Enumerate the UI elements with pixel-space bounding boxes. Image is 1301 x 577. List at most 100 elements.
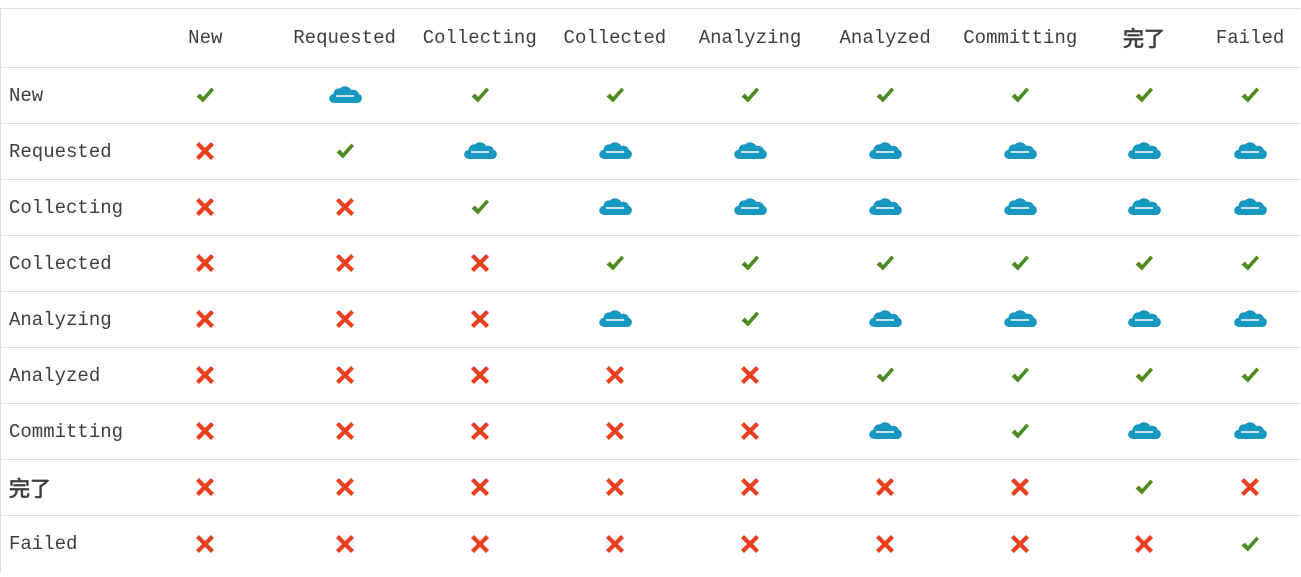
row-header: Analyzed	[9, 364, 101, 387]
matrix-cell	[412, 292, 547, 348]
row-header: Collecting	[9, 196, 124, 219]
column-header-analyzing: Analyzing	[698, 27, 802, 49]
matrix-cell	[412, 460, 547, 516]
matrix-cell	[277, 404, 412, 460]
matrix-cell	[547, 516, 682, 572]
matrix-cell	[682, 460, 817, 516]
salesforce-cloud-icon	[867, 140, 903, 162]
corner-cell	[1, 9, 134, 68]
checkmark-icon	[1010, 366, 1030, 384]
salesforce-cloud-icon	[1126, 140, 1162, 162]
salesforce-cloud-icon	[1232, 196, 1268, 218]
salesforce-cloud-icon	[1232, 420, 1268, 442]
cross-icon	[194, 364, 216, 386]
matrix-cell	[547, 404, 682, 460]
matrix-cell	[134, 68, 277, 124]
matrix-cell	[953, 460, 1088, 516]
checkmark-icon	[195, 86, 215, 104]
column-header-requested: Requested	[293, 27, 396, 49]
checkmark-icon	[605, 86, 625, 104]
matrix-cell	[682, 180, 817, 236]
column-header-completed: 完了	[1122, 27, 1165, 51]
matrix-cell	[1088, 292, 1200, 348]
row-header: Collected	[9, 252, 112, 275]
table-row: Analyzing	[0, 291, 1300, 348]
cross-icon	[1133, 533, 1155, 555]
matrix-cell	[1200, 180, 1300, 236]
salesforce-cloud-icon	[597, 196, 633, 218]
salesforce-cloud-icon	[1126, 196, 1162, 218]
matrix-cell	[1200, 404, 1300, 460]
matrix-cell	[547, 236, 682, 292]
matrix-cell	[818, 348, 953, 404]
cross-icon	[604, 364, 626, 386]
cross-icon	[469, 308, 491, 330]
matrix-cell	[1200, 348, 1300, 404]
cross-icon	[874, 533, 896, 555]
salesforce-cloud-icon	[867, 308, 903, 330]
salesforce-cloud-icon	[462, 140, 498, 162]
matrix-cell	[1088, 68, 1200, 124]
column-header-committing: Committing	[963, 27, 1078, 49]
checkmark-icon	[605, 254, 625, 272]
matrix-cell	[682, 124, 817, 180]
matrix-cell	[818, 124, 953, 180]
cross-icon	[334, 476, 356, 498]
cross-icon	[334, 420, 356, 442]
row-header: New	[9, 84, 44, 107]
matrix-cell	[1200, 236, 1300, 292]
matrix-cell	[277, 516, 412, 572]
cross-icon	[469, 252, 491, 274]
matrix-cell	[134, 516, 277, 572]
matrix-cell	[1088, 124, 1200, 180]
column-header-analyzed: Analyzed	[839, 27, 931, 49]
matrix-cell	[682, 292, 817, 348]
matrix-cell	[818, 404, 953, 460]
row-header: Analyzing	[9, 308, 112, 331]
matrix-cell	[277, 68, 412, 124]
checkmark-icon	[470, 86, 490, 104]
matrix-cell	[547, 68, 682, 124]
matrix-cell	[412, 180, 547, 236]
checkmark-icon	[335, 142, 355, 160]
matrix-cell	[412, 516, 547, 572]
matrix-cell	[682, 236, 817, 292]
cross-icon	[194, 140, 216, 162]
matrix-cell	[547, 124, 682, 180]
table-row: New	[0, 67, 1300, 124]
matrix-cell	[682, 404, 817, 460]
salesforce-cloud-icon	[1002, 308, 1038, 330]
checkmark-icon	[1010, 422, 1030, 440]
matrix-cell	[953, 292, 1088, 348]
matrix-cell	[953, 124, 1088, 180]
matrix-cell	[953, 68, 1088, 124]
matrix-cell	[277, 460, 412, 516]
cross-icon	[604, 533, 626, 555]
matrix-cell	[277, 348, 412, 404]
cross-icon	[874, 476, 896, 498]
salesforce-cloud-icon	[1002, 140, 1038, 162]
cross-icon	[194, 308, 216, 330]
matrix-cell	[682, 68, 817, 124]
salesforce-cloud-icon	[867, 196, 903, 218]
checkmark-icon	[1010, 254, 1030, 272]
header-row: New Requested Collecting Collected Analy…	[0, 8, 1300, 68]
matrix-cell	[818, 516, 953, 572]
checkmark-icon	[470, 198, 490, 216]
matrix-cell	[412, 68, 547, 124]
cross-icon	[194, 252, 216, 274]
matrix-cell	[277, 236, 412, 292]
salesforce-cloud-icon	[732, 140, 768, 162]
column-header-collecting: Collecting	[422, 27, 537, 49]
salesforce-cloud-icon	[1232, 308, 1268, 330]
matrix-cell	[1088, 348, 1200, 404]
cross-icon	[194, 420, 216, 442]
salesforce-cloud-icon	[1126, 308, 1162, 330]
matrix-cell	[134, 124, 277, 180]
cross-icon	[604, 420, 626, 442]
salesforce-cloud-icon	[732, 196, 768, 218]
matrix-cell	[412, 236, 547, 292]
column-header-collected: Collected	[563, 27, 667, 49]
cross-icon	[739, 533, 761, 555]
table-row: Failed	[0, 515, 1300, 572]
